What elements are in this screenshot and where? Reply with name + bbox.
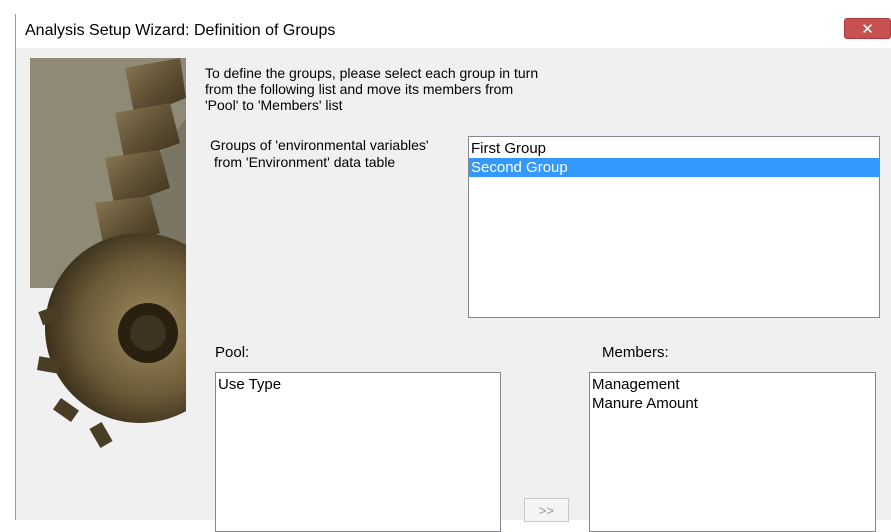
groups-label-line: Groups of 'environmental variables': [210, 137, 429, 153]
instructions-text: To define the groups, please select each…: [205, 65, 625, 113]
groups-listbox[interactable]: First Group Second Group: [468, 136, 880, 318]
close-icon: ✕: [861, 20, 874, 38]
instructions-line: To define the groups, please select each…: [205, 65, 539, 81]
pool-label: Pool:: [215, 344, 250, 361]
members-list-item[interactable]: Management: [590, 375, 875, 394]
group-list-item[interactable]: First Group: [469, 139, 879, 158]
groups-label: Groups of 'environmental variables' from…: [210, 137, 429, 171]
title-bar[interactable]: Analysis Setup Wizard: Definition of Gro…: [16, 14, 891, 48]
members-listbox[interactable]: Management Manure Amount: [589, 372, 876, 532]
instructions-line: 'Pool' to 'Members' list: [205, 97, 343, 113]
members-list-item[interactable]: Manure Amount: [590, 394, 875, 413]
group-list-item-selected[interactable]: Second Group: [469, 158, 879, 177]
wizard-window: Analysis Setup Wizard: Definition of Gro…: [15, 14, 891, 532]
close-button[interactable]: ✕: [844, 18, 891, 39]
pool-listbox[interactable]: Use Type: [215, 372, 501, 532]
move-to-members-button[interactable]: >>: [524, 498, 569, 522]
instructions-line: from the following list and move its mem…: [205, 81, 514, 97]
members-label: Members:: [602, 344, 669, 361]
window-title: Analysis Setup Wizard: Definition of Gro…: [25, 22, 336, 39]
wizard-key-illustration: [30, 58, 186, 449]
pool-list-item[interactable]: Use Type: [216, 375, 500, 394]
groups-label-line: from 'Environment' data table: [214, 154, 396, 170]
